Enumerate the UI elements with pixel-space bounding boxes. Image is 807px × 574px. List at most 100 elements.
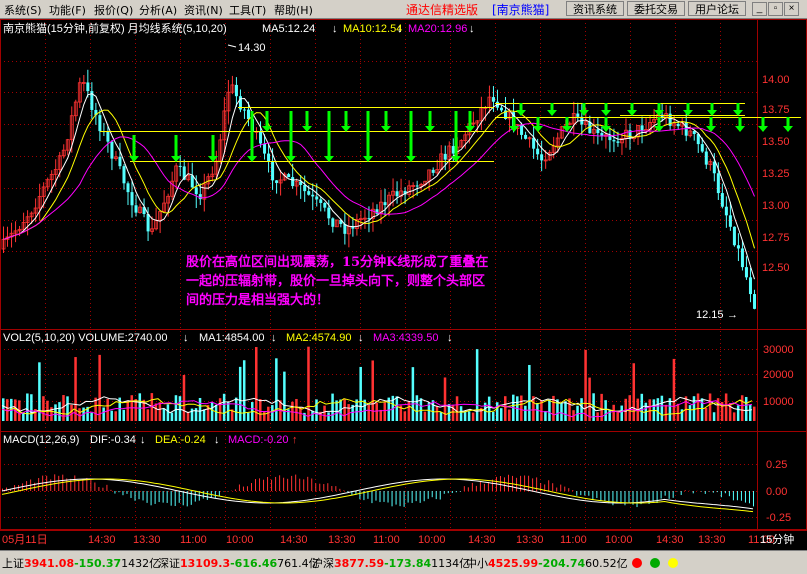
macd-bar [146,491,148,503]
macd-bar [548,480,550,491]
index-shanghai[interactable]: 上证3941.08-150.371432亿 [2,555,160,571]
volume-bar [263,411,266,421]
volume-bar [656,398,660,421]
time-label: 10:00 [226,534,254,546]
macd-bar [443,491,445,494]
volume-bar [467,411,471,421]
macd-bar [259,478,261,491]
time-label: 11:00 [560,534,587,546]
candle-body [130,192,134,206]
candle-body [748,277,752,295]
menu-quote[interactable]: 报价(Q) [94,2,133,18]
volume-bar [383,402,387,421]
volume-bar [732,412,736,421]
candle-body [146,213,150,232]
macd-bar [427,491,429,499]
macd-dea-label: DEA:-0.24 [155,434,206,446]
ma20-arrow-icon: ↓ [469,23,475,35]
down-arrow-icon [579,110,589,116]
chart-annotation: 股价在高位区间出现震荡，15分钟K线形成了重叠在 一起的压辐射带，股价一旦掉头向… [186,253,596,310]
macd-bar [560,484,562,491]
macd-bar [383,491,385,502]
candle-body [616,141,620,143]
down-arrow-icon [758,126,768,132]
menu-analysis[interactable]: 分析(A) [139,2,177,18]
macd-bar [463,486,465,491]
volume-bar [178,396,182,421]
index-shenzhen[interactable]: 深证13109.3-616.46761.4亿 [158,555,320,571]
macd-bar [234,489,236,491]
time-label: 11:00 [180,534,207,546]
trade-button[interactable]: 委托交易 [627,1,685,16]
macd-bar [395,491,397,505]
volume-bar [154,403,158,421]
candle-body [740,248,744,268]
down-arrow-icon [516,110,526,116]
macd-tick: 0.25 [766,459,787,471]
index-sme[interactable]: 中小4525.99-204.7460.52亿 [466,555,628,571]
menu-function[interactable]: 功能(F) [49,2,86,18]
volume-bar [287,409,290,421]
macd-bar [371,491,373,504]
volume-bar [544,411,547,421]
macd-bar [142,491,144,501]
time-label: 13:30 [328,534,356,546]
macd-bar [182,491,184,506]
status-indicator-icon [650,558,660,568]
volume-bar [487,396,491,421]
volume-bar [403,411,407,421]
menu-help[interactable]: 帮助(H) [274,2,313,18]
vol-ma1-label: MA1:4854.00 [199,332,264,344]
macd-bar [596,491,598,498]
time-label: 10:00 [418,534,446,546]
candle-body [134,205,138,213]
candle-body [700,144,704,152]
volume-bar [495,402,499,421]
macd-bar [291,475,293,491]
forum-button[interactable]: 用户论坛 [688,1,746,16]
period-label[interactable]: 15分钟 [760,532,794,546]
candle-body [704,151,708,165]
candle-body [520,124,524,135]
macd-bar [744,491,746,503]
macd-dif-label: DIF:-0.34 [90,434,136,446]
volume-bar [174,395,178,421]
volume-bar [548,399,551,421]
menu-system[interactable]: 系统(S) [4,2,42,18]
time-label: 13:30 [133,534,161,546]
volume-bar [415,395,419,421]
menu-news[interactable]: 资讯(N) [184,2,223,18]
volume-bar [520,395,523,421]
candle-body [524,134,528,139]
candle-body [383,202,387,206]
close-icon[interactable]: × [784,2,799,16]
macd-bar [524,475,526,491]
news-system-button[interactable]: 资讯系统 [566,1,624,16]
menu-tools[interactable]: 工具(T) [229,2,266,18]
volume-bar [58,402,61,421]
vol-ma2-label: MA2:4574.90 [286,332,351,344]
macd-bar [271,479,273,491]
macd-bar [46,475,48,491]
candle-body [319,199,323,203]
volume-bar [712,412,716,421]
volume-bar [379,409,383,421]
down-arrow-icon [547,110,557,116]
volume-bar [612,404,615,421]
main-panel-title: 南京熊猫(15分钟,前复权) 月均线系统(5,10,20) [3,21,227,35]
macd-bar [411,491,413,503]
macd-bar [130,491,132,498]
macd-bar [415,491,417,502]
macd-bar [347,491,349,493]
vol-panel-title: VOL2(5,10,20) VOLUME:2740.00 [3,332,167,344]
index-hs300[interactable]: 沪深3877.59-173.841134亿 [312,555,470,571]
minimize-icon[interactable]: _ [752,2,767,16]
macd-bar [98,487,100,491]
candle-body [110,141,114,159]
macd-bar [616,491,618,504]
macd-bar [275,476,277,491]
macd-bar [238,484,240,491]
down-arrow-icon [601,110,611,116]
restore-icon[interactable]: ▫ [768,2,783,16]
volume-bar [688,405,692,421]
